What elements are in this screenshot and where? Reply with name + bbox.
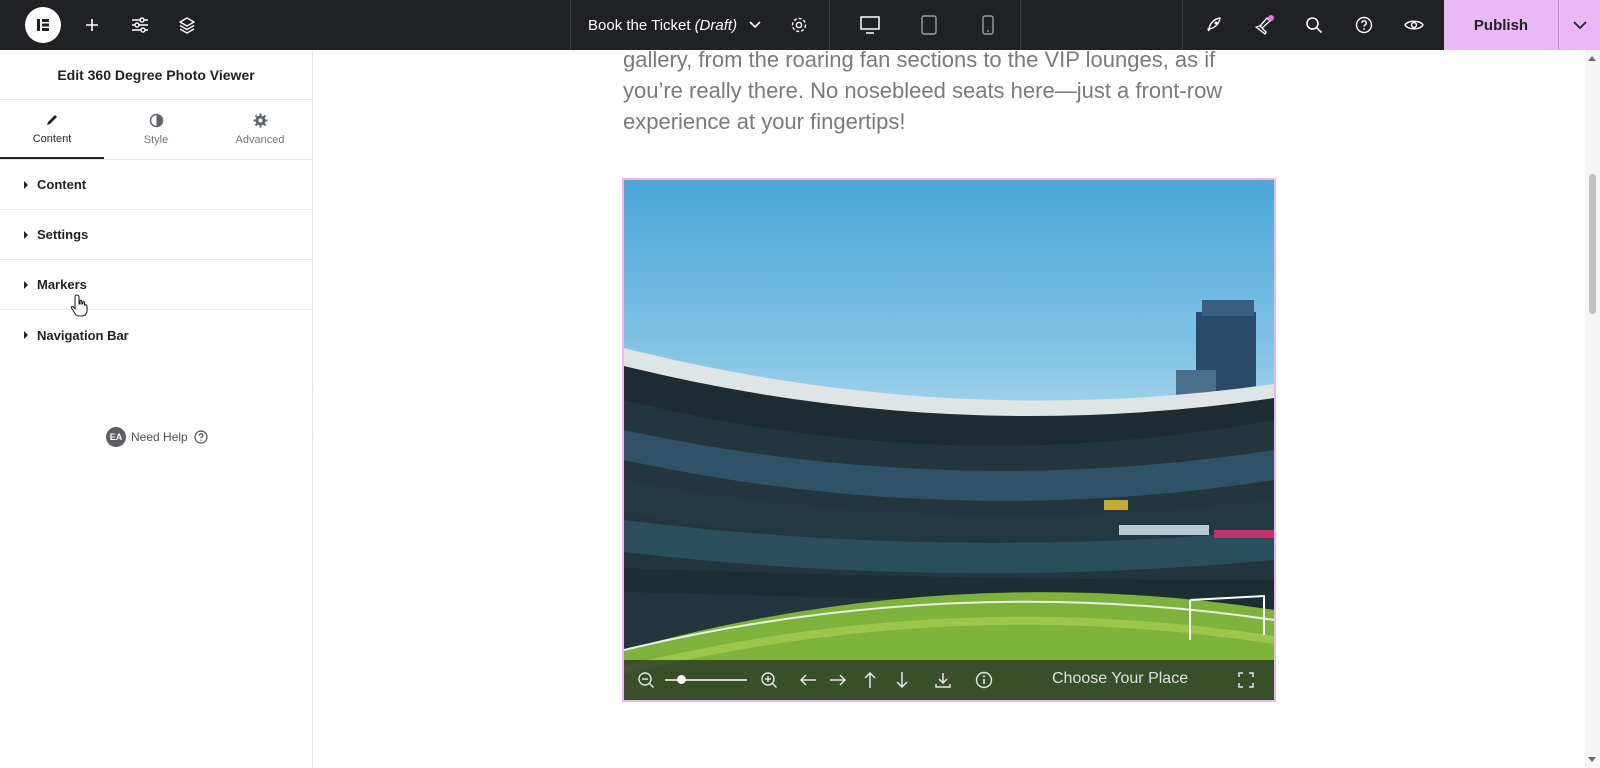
tab-style[interactable]: Style: [104, 100, 208, 159]
need-help-link[interactable]: EA Need Help: [106, 427, 208, 447]
contrast-icon: [149, 113, 163, 128]
arrow-right-icon: [830, 674, 847, 686]
search-icon: [1306, 17, 1323, 34]
hand-cursor-icon: [70, 294, 88, 317]
section-label: Settings: [37, 227, 89, 242]
download-icon: [935, 673, 951, 688]
section-label: Markers: [37, 277, 87, 292]
section-label: Navigation Bar: [37, 327, 129, 343]
mobile-icon: [982, 15, 994, 35]
help-icon: [194, 430, 208, 444]
intro-paragraph: gallery, from the roaring fan sections t…: [623, 47, 1223, 134]
viewer-navbar: Choose Your Place: [624, 660, 1274, 700]
chevron-down-icon: [1572, 20, 1587, 29]
structure-button[interactable]: [173, 0, 201, 50]
preview-button[interactable]: [1400, 0, 1428, 50]
zoom-out-button[interactable]: [634, 668, 658, 692]
caret-right-icon: [24, 180, 28, 189]
ea-logo-icon: EA: [106, 427, 126, 447]
scroll-down-icon[interactable]: [1588, 757, 1596, 762]
move-left-button[interactable]: [796, 668, 820, 692]
scroll-up-icon[interactable]: [1588, 56, 1596, 61]
move-up-button[interactable]: [858, 668, 882, 692]
info-icon: [975, 671, 993, 689]
zoom-slider-knob[interactable]: [677, 675, 687, 684]
viewer-caption: Choose Your Place: [1052, 670, 1189, 687]
section-settings[interactable]: Settings: [0, 210, 312, 260]
fullscreen-icon: [1238, 672, 1254, 688]
settings-sliders-icon: [132, 17, 148, 33]
layers-icon: [179, 17, 195, 34]
whats-new-button[interactable]: [1250, 0, 1278, 50]
pencil-icon: [47, 114, 57, 125]
add-element-button[interactable]: [78, 0, 106, 50]
preview-eye-icon: [1404, 20, 1424, 30]
rocket-icon: [1207, 17, 1221, 32]
section-content[interactable]: Content: [0, 160, 312, 210]
add-icon: [86, 19, 98, 31]
desktop-view-button[interactable]: [858, 0, 882, 50]
download-button[interactable]: [931, 668, 955, 692]
zoom-in-icon: [761, 672, 777, 688]
tablet-view-button[interactable]: [917, 0, 941, 50]
preview-canvas: gallery, from the roaring fan sections t…: [314, 47, 1585, 768]
photo-viewer-360[interactable]: Choose Your Place: [622, 178, 1276, 702]
document-status: (Draft): [694, 16, 738, 34]
section-navigation-bar[interactable]: Navigation Bar: [0, 310, 312, 360]
panel-title: Edit 360 Degree Photo Viewer: [0, 50, 312, 100]
info-button[interactable]: [972, 668, 996, 692]
tablet-icon: [921, 15, 937, 35]
help-button[interactable]: [1350, 0, 1378, 50]
panel-tabs: Content Style Advanced: [0, 100, 312, 160]
desktop-icon: [860, 16, 880, 34]
editor-panel: Edit 360 Degree Photo Viewer Content Sty…: [0, 50, 313, 768]
scroll-thumb[interactable]: [1589, 174, 1596, 314]
need-help-label: Need Help: [131, 430, 188, 444]
chevron-down-icon: [749, 21, 761, 29]
canvas-scrollbar[interactable]: [1585, 50, 1600, 768]
caret-right-icon: [24, 230, 28, 239]
tab-label: Content: [32, 132, 72, 145]
document-name: Book the Ticket: [588, 16, 691, 34]
caret-right-icon: [24, 280, 28, 289]
elementor-logo-icon[interactable]: [25, 7, 61, 43]
tab-advanced[interactable]: Advanced: [208, 100, 312, 159]
publish-button[interactable]: Publish: [1444, 0, 1558, 50]
document-title[interactable]: Book the Ticket (Draft): [588, 0, 761, 50]
publish-options-button[interactable]: [1558, 0, 1600, 50]
move-right-button[interactable]: [826, 668, 850, 692]
page-settings-button[interactable]: [785, 0, 813, 50]
section-label: Content: [37, 177, 87, 192]
launchpad-button[interactable]: [1200, 0, 1228, 50]
gear-icon: [253, 113, 267, 128]
tab-label: Style: [143, 134, 169, 146]
editor-topbar: Book the Ticket (Draft) Publish: [0, 0, 1600, 50]
tab-label: Advanced: [235, 134, 285, 146]
arrow-up-icon: [864, 671, 876, 688]
finder-button[interactable]: [1300, 0, 1328, 50]
fullscreen-button[interactable]: [1234, 668, 1258, 692]
arrow-down-icon: [896, 672, 908, 689]
site-settings-button[interactable]: [126, 0, 154, 50]
notifications-icon: [1255, 15, 1274, 35]
tab-content[interactable]: Content: [0, 100, 104, 159]
section-markers[interactable]: Markers: [0, 260, 312, 310]
arrow-left-icon: [799, 674, 816, 686]
gear-icon: [791, 17, 807, 33]
stadium-scene: [624, 300, 1274, 700]
help-icon: [1355, 16, 1373, 34]
move-down-button[interactable]: [890, 668, 914, 692]
mobile-view-button[interactable]: [976, 0, 1000, 50]
caret-right-icon: [24, 331, 28, 339]
zoom-in-button[interactable]: [757, 668, 781, 692]
zoom-out-icon: [638, 672, 654, 688]
